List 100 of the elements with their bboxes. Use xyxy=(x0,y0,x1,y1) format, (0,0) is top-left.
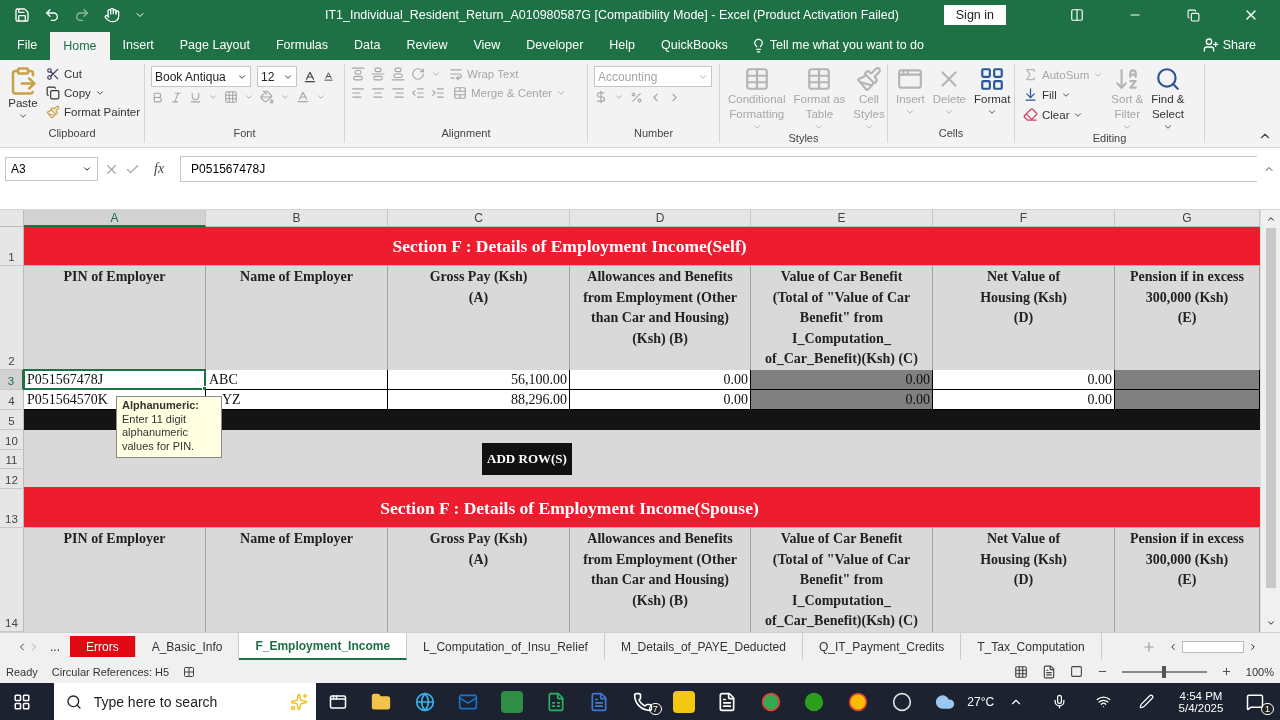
table-icon xyxy=(806,66,833,92)
ribbon-tab[interactable]: Home xyxy=(50,32,110,60)
tell-me-search[interactable]: Tell me what you want to do xyxy=(744,30,930,60)
column-header[interactable]: E xyxy=(751,210,933,227)
copy-button[interactable]: Copy xyxy=(44,85,143,101)
caret-icon xyxy=(614,92,624,102)
table-cell: YZ xyxy=(206,390,388,410)
orientation-icon xyxy=(411,67,425,81)
percent-icon xyxy=(630,90,643,104)
share-button[interactable]: Share xyxy=(1196,30,1262,60)
column-header[interactable]: B xyxy=(206,210,388,227)
align-left-icon xyxy=(351,86,365,100)
sheet-tab[interactable]: Errors xyxy=(70,636,136,657)
caret-icon xyxy=(280,92,290,102)
row-header[interactable]: 3 xyxy=(0,370,24,390)
zoom-reading: 100% xyxy=(1245,665,1274,678)
ribbon-tab[interactable]: Formulas xyxy=(262,30,342,60)
ribbon-button[interactable]: Fill xyxy=(1021,86,1106,103)
column-header[interactable]: A xyxy=(24,210,206,227)
group-label: Styles xyxy=(787,132,820,144)
formula-field[interactable]: P051567478J xyxy=(180,156,1257,182)
ribbon-tab[interactable]: Developer xyxy=(513,30,597,60)
column-header[interactable]: C xyxy=(388,210,570,227)
group-label: Font xyxy=(232,127,257,141)
normal-view-icon xyxy=(1013,664,1028,679)
caret-icon xyxy=(316,92,326,102)
touch-mode-icon[interactable] xyxy=(104,7,120,23)
font-color-icon xyxy=(296,90,310,104)
column-heading: Value of Car Benefit (Total of "Value of Car Benefit" from I_Computation_ of_Car_Benefit)(Ksh) (C) xyxy=(751,528,933,632)
sign-in-button[interactable]: Sign in xyxy=(943,5,1006,25)
fill-color-icon xyxy=(260,90,274,104)
column-heading: Value of Car Benefit (Total of "Value of Car Benefit" from I_Computation_ of_Car_Benefit)(Ksh) (C) xyxy=(751,266,933,370)
grow-font-icon xyxy=(303,69,317,84)
section-title: Section F : Details of Employment Income(Spouse) xyxy=(24,489,1260,528)
row-header[interactable]: 1 xyxy=(0,227,24,266)
ribbon-tab[interactable]: QuickBooks xyxy=(648,30,741,60)
ribbon-tab[interactable]: View xyxy=(460,30,514,60)
caret-icon xyxy=(18,111,28,121)
column-header[interactable]: F xyxy=(933,210,1115,227)
page-layout-icon xyxy=(1041,664,1056,679)
ribbon-button[interactable]: Format xyxy=(972,66,1013,127)
group-label: Alignment xyxy=(440,127,492,141)
ribbon-tab[interactable]: File xyxy=(4,30,51,60)
row-header[interactable]: 5 xyxy=(0,410,24,430)
table-cell: ABC xyxy=(206,370,388,390)
column-heading: Allowances and Benefits from Employment (Other than Car and Housing) (Ksh) (B) xyxy=(570,266,751,370)
column-header[interactable]: D xyxy=(570,210,751,227)
ribbon-tab[interactable]: Review xyxy=(393,30,461,60)
paste-button[interactable]: Paste xyxy=(6,66,40,127)
ribbon-tab[interactable]: Insert xyxy=(109,30,167,60)
row-header[interactable]: 11 xyxy=(0,450,24,469)
search-field[interactable]: Type here to search xyxy=(53,683,316,720)
name-box[interactable]: A3 xyxy=(5,157,98,181)
row-header[interactable]: 14 xyxy=(0,528,24,632)
group-label: Number xyxy=(632,127,675,141)
caret-icon xyxy=(944,107,955,117)
table-cell: 0.00 xyxy=(933,390,1115,410)
redo-icon[interactable] xyxy=(74,7,90,23)
font-name-select[interactable]: Book Antiqua xyxy=(151,66,251,87)
format-painter-button[interactable]: Format Painter xyxy=(44,104,143,120)
ribbon-tab[interactable]: Data xyxy=(341,30,394,60)
column-header[interactable]: G xyxy=(1115,210,1260,227)
window-icon xyxy=(897,66,924,92)
middle-align-icon xyxy=(371,67,385,81)
undo-icon[interactable] xyxy=(44,7,60,23)
person-icon xyxy=(1202,37,1219,53)
table-cell: 56,100.00 xyxy=(388,370,570,390)
row-header[interactable]: 12 xyxy=(0,469,24,489)
search-icon xyxy=(1154,66,1181,92)
column-heading: Gross Pay (Ksh) (A) xyxy=(388,266,570,370)
cut-button[interactable]: Cut xyxy=(44,66,143,82)
top-align-icon xyxy=(351,67,365,81)
ribbon-tab[interactable]: Help xyxy=(596,30,649,60)
font-size-select[interactable]: 12 xyxy=(257,66,297,87)
row-header[interactable]: 13 xyxy=(0,489,24,528)
more-sheets-button[interactable]: ... xyxy=(40,633,70,660)
column-heading: Name of Employer xyxy=(206,528,388,632)
ribbon-tab[interactable]: Page Layout xyxy=(166,30,263,60)
insert-function-button[interactable]: fx xyxy=(154,161,165,177)
underline-icon xyxy=(189,90,202,104)
row-header[interactable]: 10 xyxy=(0,430,24,450)
clock[interactable]: 4:54 PM 5/4/2025 xyxy=(1178,689,1224,714)
notification-badge: 7 xyxy=(648,702,662,715)
add-rows-button[interactable]: ADD ROW(S) xyxy=(482,442,572,475)
caret-icon xyxy=(987,107,998,117)
grid-icon xyxy=(979,66,1006,92)
caret-icon xyxy=(814,122,825,132)
table-cell: 0.00 xyxy=(570,390,751,410)
row-header[interactable]: 2 xyxy=(0,266,24,370)
paintbrush-icon xyxy=(46,105,60,119)
vertical-scrollbar[interactable] xyxy=(1260,210,1280,632)
status-text: Circular References: H5 xyxy=(51,665,170,678)
table-cell: 0.00 xyxy=(933,370,1115,390)
ribbon-button[interactable]: Clear xyxy=(1021,106,1106,123)
ribbon-button[interactable]: Find & Select xyxy=(1149,66,1187,132)
sheet-tab[interactable]: F_Employment_Income xyxy=(239,633,408,660)
row-header[interactable]: 4 xyxy=(0,390,24,410)
eraser-icon xyxy=(1023,107,1038,122)
save-icon[interactable] xyxy=(14,7,30,23)
zoom-thumb[interactable] xyxy=(1162,665,1167,678)
